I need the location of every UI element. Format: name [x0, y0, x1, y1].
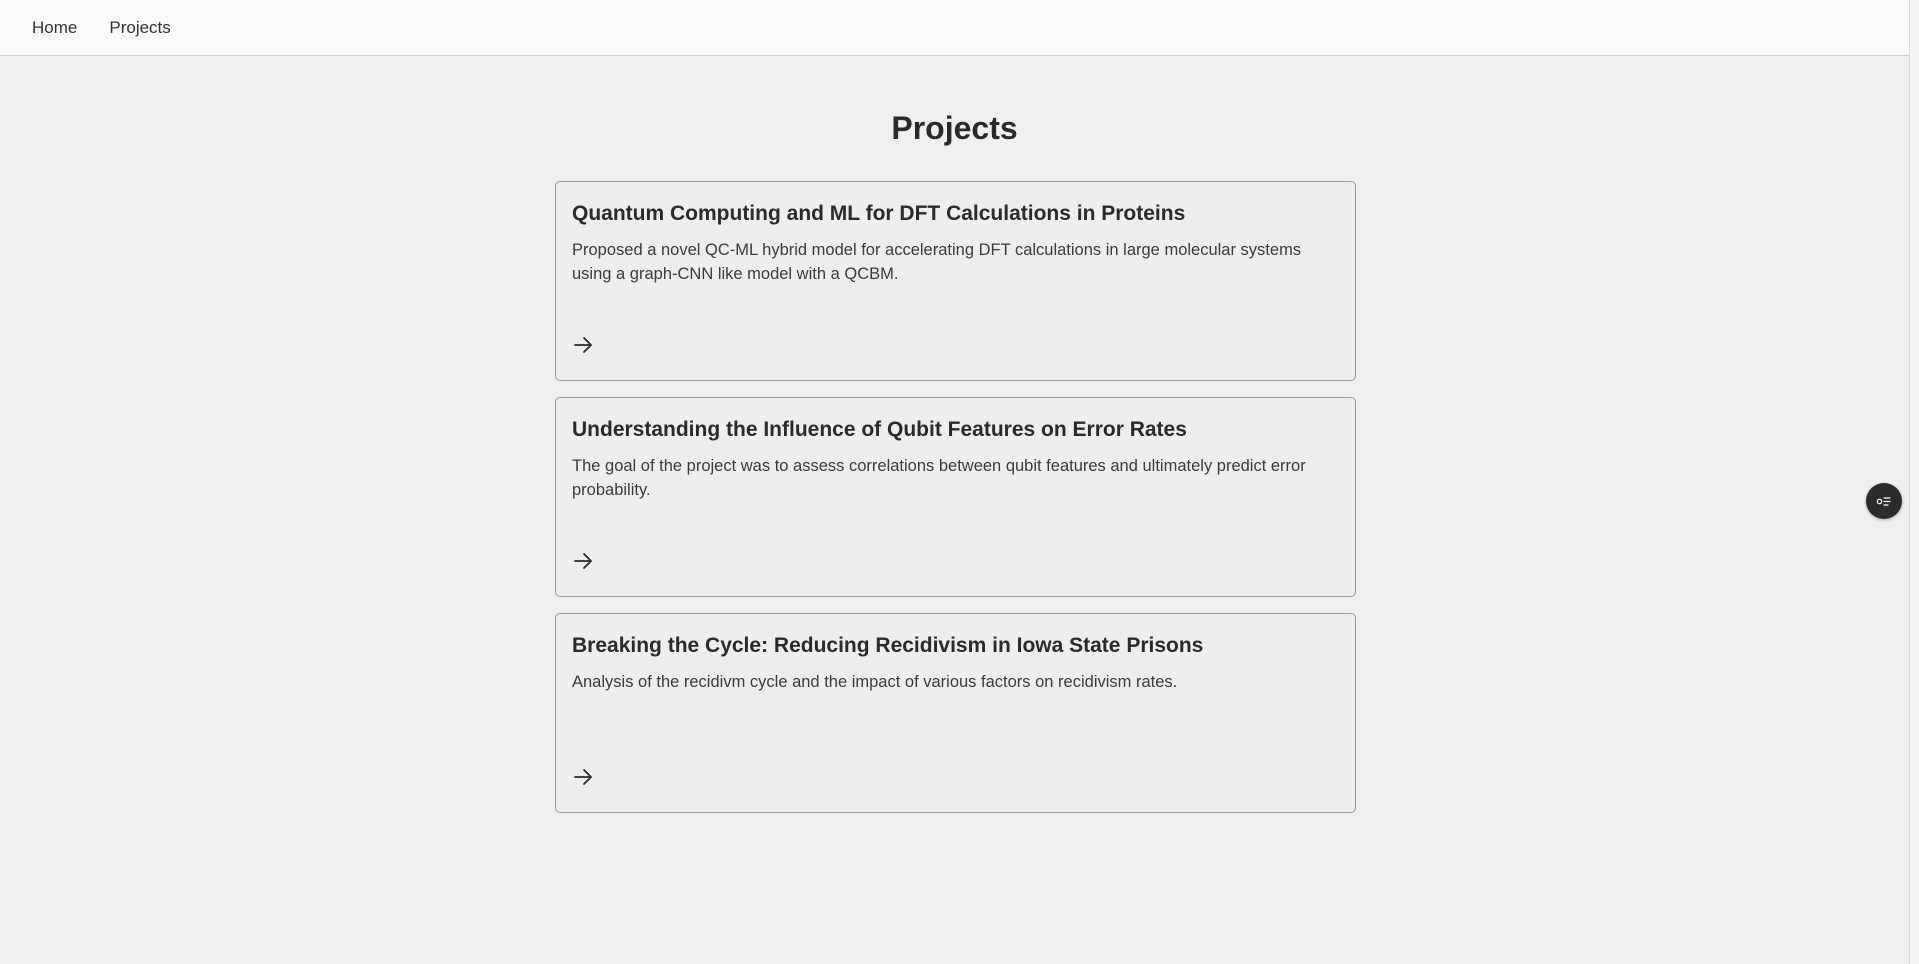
- table-of-contents-icon: [1876, 497, 1891, 506]
- nav-link-home[interactable]: Home: [32, 18, 77, 38]
- project-description: The goal of the project was to assess co…: [572, 457, 1306, 499]
- arrow-right-icon[interactable]: [572, 550, 594, 572]
- project-card[interactable]: Breaking the Cycle: Reducing Recidivism …: [555, 613, 1356, 813]
- top-navbar: Home Projects: [0, 0, 1909, 56]
- project-card[interactable]: Quantum Computing and ML for DFT Calcula…: [555, 181, 1356, 381]
- nav-link-projects[interactable]: Projects: [109, 18, 170, 38]
- project-description: Proposed a novel QC-ML hybrid model for …: [572, 241, 1302, 283]
- project-list: Quantum Computing and ML for DFT Calcula…: [555, 181, 1356, 829]
- project-card[interactable]: Understanding the Influence of Qubit Fea…: [555, 397, 1356, 597]
- project-title: Understanding the Influence of Qubit Fea…: [572, 418, 1187, 441]
- arrow-right-icon[interactable]: [572, 334, 594, 356]
- project-title: Breaking the Cycle: Reducing Recidivism …: [572, 634, 1204, 657]
- page-scrollbar[interactable]: [1909, 0, 1919, 964]
- project-description: Analysis of the recidivm cycle and the i…: [572, 673, 1178, 691]
- arrow-right-icon[interactable]: [572, 766, 594, 788]
- table-of-contents-button[interactable]: [1866, 483, 1902, 519]
- project-title: Quantum Computing and ML for DFT Calcula…: [572, 202, 1186, 225]
- page-title: Projects: [891, 110, 1018, 146]
